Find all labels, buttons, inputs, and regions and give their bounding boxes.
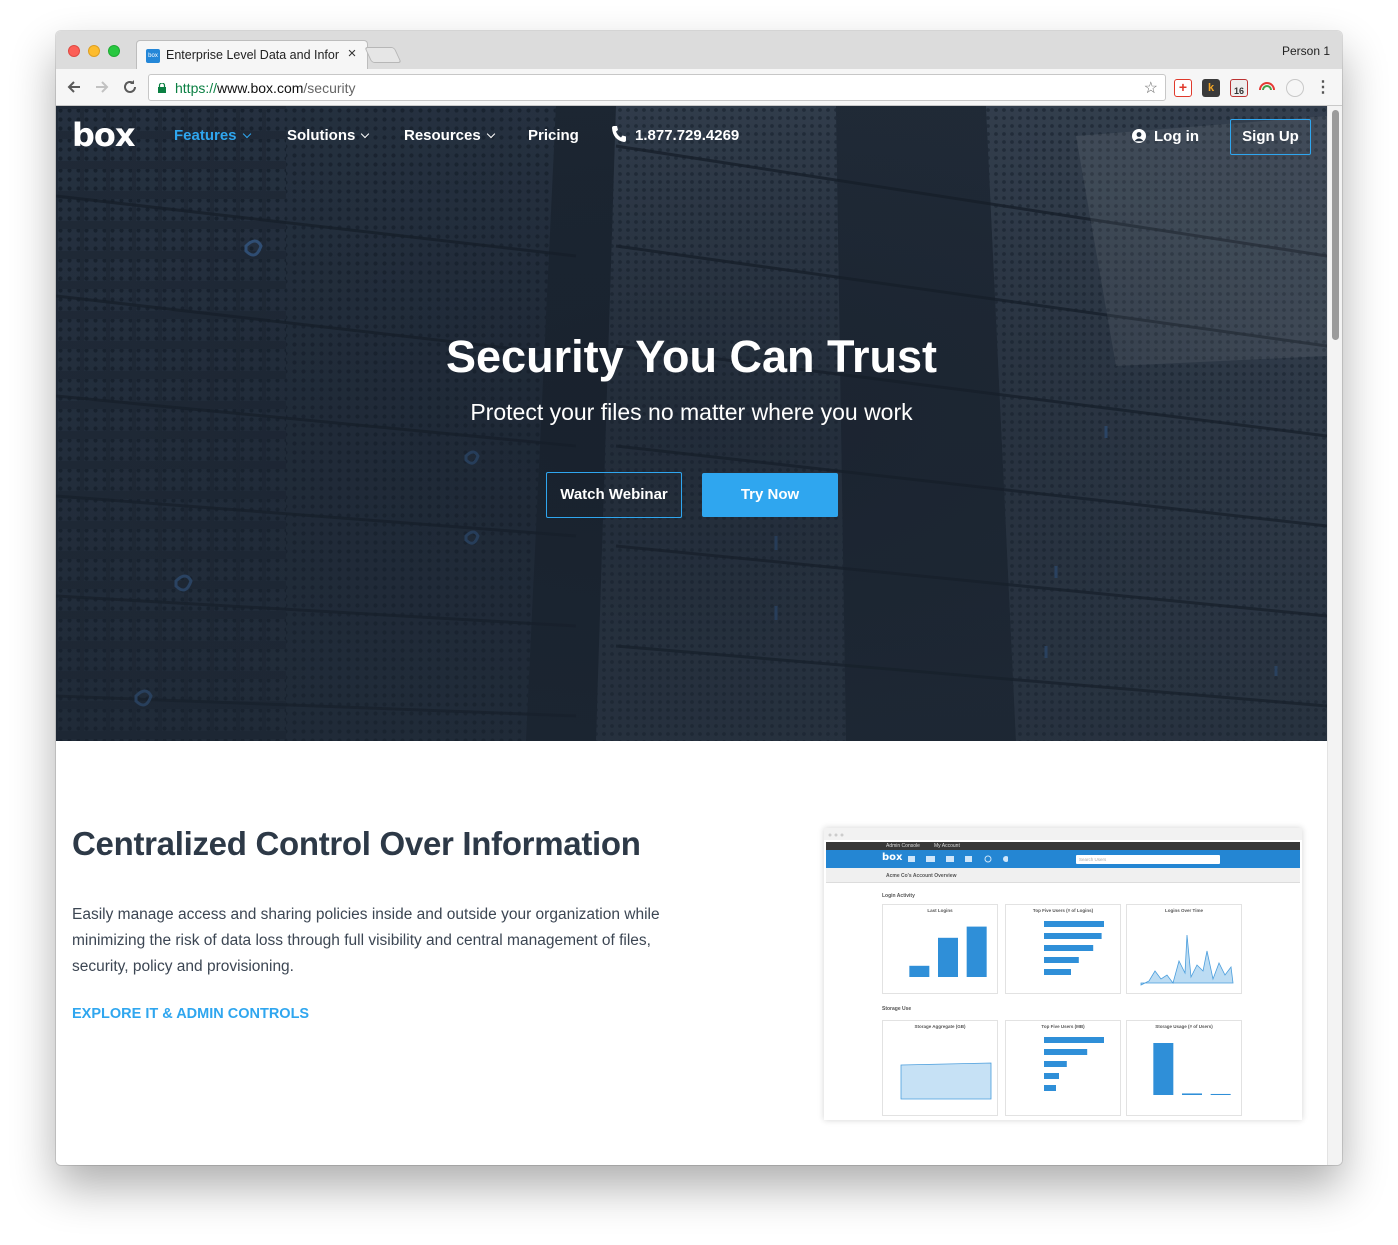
browser-window: box Enterprise Level Data and Infor × Pe… [56,31,1342,1165]
storage-usage-bar [1182,1093,1202,1095]
last-logins-bar [909,965,930,977]
tab-active[interactable]: box Enterprise Level Data and Infor × [136,40,368,69]
admin-box-logo: box [882,852,903,863]
window-dots-icon [828,833,844,837]
storage-usage-bar [1210,1093,1231,1095]
nav-features-label: Features [174,127,237,144]
top-users-logins-chart [1044,921,1104,975]
tab-title: Enterprise Level Data and Infor [166,48,340,62]
storage-use-label: Storage Use [882,1006,912,1012]
box-favicon-icon: box [146,49,160,63]
user-icon [1132,129,1146,143]
admin-overview-title: Acme Co's Account Overview [886,873,957,879]
top-logins-bar [1044,933,1102,939]
top-logins-bar [1044,921,1104,927]
page-scrollbar[interactable] [1327,106,1342,1165]
lock-icon [158,83,166,93]
chevron-down-icon [361,129,370,139]
logins-over-time-chart [1140,934,1234,986]
url-host: www.box.com [217,80,304,96]
top-logins-bar [1044,957,1079,963]
maximize-window-button[interactable] [108,45,120,57]
explore-admin-link[interactable]: EXPLORE IT & ADMIN CONTROLS [72,1006,309,1022]
chevron-down-icon [486,129,495,139]
phone-number[interactable]: 1.877.729.4269 [635,127,739,144]
try-now-button[interactable]: Try Now [702,473,838,517]
bookmark-star-icon[interactable]: ☆ [1144,78,1158,98]
panel-top-users-storage: Top Five Users (MB) [1005,1020,1121,1116]
panel-storage-aggregate: Storage Aggregate (GB) [882,1020,998,1116]
tab-close-icon[interactable]: × [343,44,361,64]
close-window-button[interactable] [68,45,80,57]
admin-tab-account: My Account [934,843,960,849]
nav-resources[interactable]: Resources [404,127,495,144]
admin-tab-console: Admin Console [886,843,920,849]
last-logins-bar [938,937,958,977]
top-users-storage-chart [1044,1037,1104,1091]
panel-last-logins: Last Logins [882,904,998,994]
panel-storage-usage: Storage Usage (# of Users) [1126,1020,1242,1116]
login-link[interactable]: Log in [1132,128,1199,145]
hero-subtitle: Protect your files no matter where you w… [470,399,913,425]
forward-icon[interactable] [92,77,112,97]
top-storage-bar [1044,1037,1104,1043]
top-storage-bar [1044,1061,1067,1067]
back-icon[interactable] [64,77,84,97]
storage-usage-chart [1153,1043,1231,1095]
rainbow-icon[interactable] [1258,77,1276,95]
admin-console-screenshot: Admin Console My Account box Search User… [824,828,1302,1120]
hero-title: Security You Can Trust [446,331,937,382]
watch-webinar-button[interactable]: Watch Webinar [546,472,682,518]
hero-section: box Features Solutions Resources Pricing… [56,106,1327,741]
new-tab-button[interactable] [364,47,402,63]
url-path: /security [303,80,356,96]
admin-search-input: Search Users [1076,855,1220,864]
phone-icon [612,126,626,142]
first-aid-icon[interactable]: + [1174,79,1192,97]
url-text: https://www.box.com/security [175,80,356,96]
section-title: Centralized Control Over Information [72,825,641,862]
admin-nav-icons [908,855,1008,863]
nav-solutions-label: Solutions [287,127,356,144]
login-activity-label: Login Activity [882,893,915,899]
section-body: Easily manage access and sharing policie… [72,906,660,975]
nav-solutions[interactable]: Solutions [287,127,370,144]
panel-logins-over-time: Logins Over Time [1126,904,1242,994]
scrollbar-thumb[interactable] [1332,110,1339,340]
last-logins-chart [909,926,987,977]
top-storage-bar [1044,1049,1088,1055]
tab-strip: box Enterprise Level Data and Infor × Pe… [56,31,1342,69]
reload-icon[interactable] [120,77,140,97]
calendar-16-icon[interactable]: 16 [1230,79,1248,97]
circle-icon[interactable] [1286,79,1304,97]
k-icon[interactable]: k [1202,79,1220,97]
storage-aggregate-chart [900,1062,992,1100]
top-logins-bar [1044,969,1071,975]
page-viewport: box Features Solutions Resources Pricing… [56,106,1327,1165]
box-logo[interactable]: box [72,116,136,154]
browser-toolbar: https://www.box.com/security ☆ + k 16 ⋮ [56,69,1342,106]
panel-top-users-logins: Top Five Users (# of Logins) [1005,904,1121,994]
storage-usage-bar [1153,1043,1174,1095]
chevron-down-icon [242,129,251,139]
top-logins-bar [1044,945,1094,951]
url-scheme: https:// [175,80,218,96]
top-storage-bar [1044,1073,1059,1079]
top-storage-bar [1044,1085,1056,1091]
signup-button[interactable]: Sign Up [1230,119,1311,155]
nav-features[interactable]: Features [174,127,251,144]
login-label: Log in [1154,128,1199,145]
nav-resources-label: Resources [404,127,481,144]
profile-name[interactable]: Person 1 [1282,44,1330,58]
minimize-window-button[interactable] [88,45,100,57]
admin-window-bar [824,828,1302,840]
address-bar[interactable]: https://www.box.com/security ☆ [148,74,1166,101]
menu-dots-icon[interactable]: ⋮ [1314,79,1332,97]
nav-pricing[interactable]: Pricing [528,127,579,144]
last-logins-bar [966,926,987,977]
